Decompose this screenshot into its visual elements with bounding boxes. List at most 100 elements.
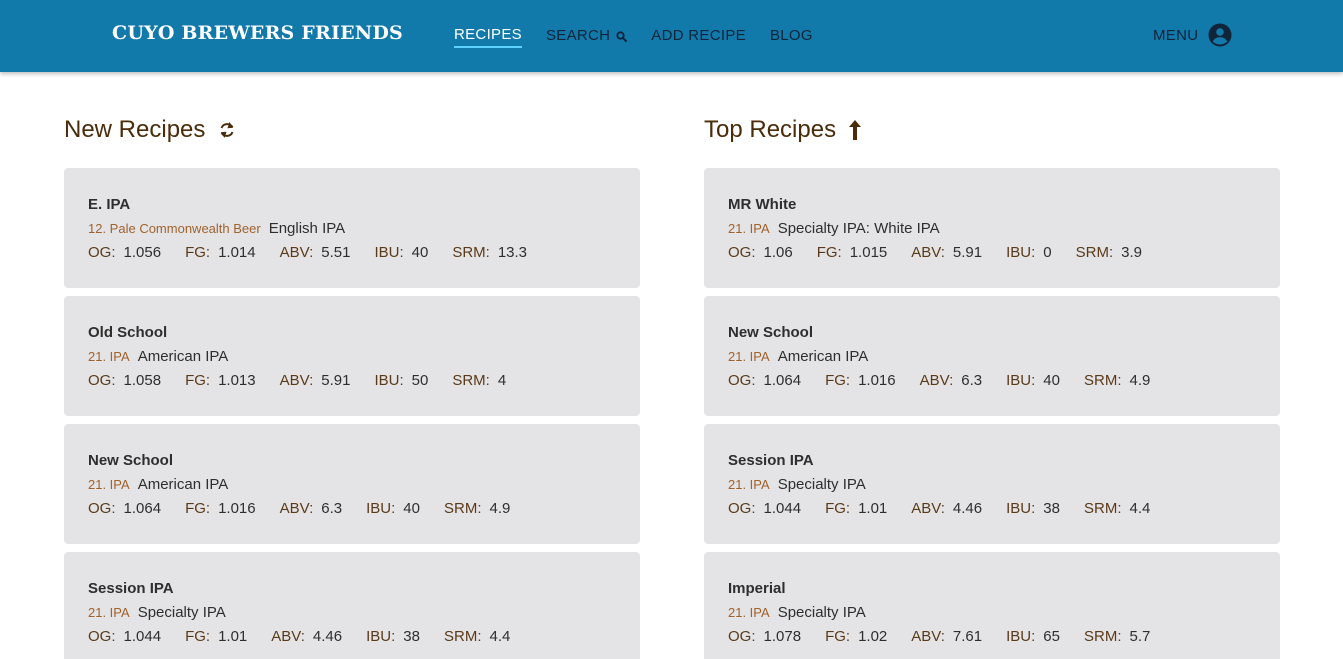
recipe-card[interactable]: Session IPA 21. IPA Specialty IPA OG: 1.0… xyxy=(64,552,640,659)
top-recipes-heading: Top Recipes xyxy=(704,110,1280,150)
recipe-card[interactable]: Old School 21. IPA American IPA OG: 1.058… xyxy=(64,296,640,416)
stat-label: IBU: xyxy=(1006,372,1036,389)
style-code: 21. IPA xyxy=(728,221,770,236)
stat-label: SRM: xyxy=(1083,628,1122,645)
stat-label: IBU: xyxy=(1006,244,1036,261)
stat-label: OG: xyxy=(88,628,116,645)
stat-value: 3.9 xyxy=(1121,244,1142,261)
nav-blog[interactable]: BLOG xyxy=(770,24,813,48)
stat-label: OG: xyxy=(88,244,116,261)
stat-value: 38 xyxy=(1043,500,1060,517)
top-recipes-list: MR White 21. IPA Specialty IPA: White IP… xyxy=(704,168,1280,659)
stat-value: 4.46 xyxy=(312,628,343,645)
stat-abv: ABV: 4.46 xyxy=(911,499,982,519)
stat-value: 13.3 xyxy=(497,244,528,261)
stat-abv: ABV: 5.91 xyxy=(911,243,982,263)
recipe-card[interactable]: New School 21. IPA American IPA OG: 1.064… xyxy=(704,296,1280,416)
nav-search-label: SEARCH xyxy=(545,27,611,44)
stat-fg: FG: 1.02 xyxy=(825,627,887,647)
style-code: 12. Pale Commonwealth Beer xyxy=(88,221,261,236)
stat-value: 1.058 xyxy=(123,372,162,389)
arrow-up-icon[interactable] xyxy=(848,119,862,141)
stat-value: 4.4 xyxy=(1129,500,1151,517)
brand-logo[interactable]: CUYO BREWERS FRIENDS xyxy=(112,22,403,44)
stat-label: ABV: xyxy=(279,244,314,261)
stat-label: IBU: xyxy=(374,372,404,389)
style-name: American IPA xyxy=(137,476,229,493)
stat-label: ABV: xyxy=(911,244,945,261)
stat-abv: ABV: 5.91 xyxy=(280,371,351,391)
recipe-stats: OG: 1.056 FG: 1.014 ABV: 5.51 IBU: 40 SRM: 13… xyxy=(88,243,616,263)
stat-value: 1.064 xyxy=(123,500,162,517)
top-recipes-section: Top Recipes MR White 21. IPA Specialty I… xyxy=(704,110,1280,659)
style-name: English IPA xyxy=(268,220,346,237)
recipe-name: E. IPA xyxy=(88,196,131,213)
stat-value: 4.46 xyxy=(952,500,983,517)
stat-label: FG: xyxy=(816,244,842,261)
recipe-style: 21. IPA Specialty IPA xyxy=(88,603,616,623)
stat-label: ABV: xyxy=(271,628,305,645)
recipe-stats: OG: 1.044 FG: 1.01 ABV: 4.46 IBU: 38 SRM: 4.4 xyxy=(728,499,1256,519)
stat-abv: ABV: 4.46 xyxy=(271,627,342,647)
stat-label: ABV: xyxy=(279,500,314,517)
recipe-stats: OG: 1.058 FG: 1.013 ABV: 5.91 IBU: 50 SRM: 4 xyxy=(88,371,616,391)
recipe-stats: OG: 1.044 FG: 1.01 ABV: 4.46 IBU: 38 SRM: 4.4 xyxy=(88,627,616,647)
recipe-card[interactable]: MR White 21. IPA Specialty IPA: White IP… xyxy=(704,168,1280,288)
stat-value: 1.015 xyxy=(849,244,888,261)
stat-label: OG: xyxy=(728,628,756,645)
recipe-card[interactable]: E. IPA 12. Pale Commonwealth Beer Englis… xyxy=(64,168,640,288)
recipe-stats: OG: 1.064 FG: 1.016 ABV: 6.3 IBU: 40 SRM: 4.9 xyxy=(88,499,616,519)
stat-srm: SRM: 5.7 xyxy=(1084,627,1150,647)
recipe-style: 21. IPA Specialty IPA: White IPA xyxy=(728,219,1256,239)
nav-recipes[interactable]: RECIPES xyxy=(454,24,522,48)
stat-ibu: IBU: 50 xyxy=(374,371,428,391)
nav-search[interactable]: SEARCH xyxy=(545,24,628,48)
stat-srm: SRM: 4.4 xyxy=(444,627,510,647)
stat-value: 7.61 xyxy=(952,628,983,645)
main-nav: RECIPES SEARCH ADD RECIPE BLOG xyxy=(454,0,837,72)
stat-og: OG: 1.056 xyxy=(88,243,161,263)
recipe-card[interactable]: Imperial 21. IPA Specialty IPA OG: 1.078 … xyxy=(704,552,1280,659)
stat-ibu: IBU: 40 xyxy=(374,243,428,263)
stat-label: FG: xyxy=(185,244,211,261)
style-name: Specialty IPA: White IPA xyxy=(777,220,940,237)
recipe-name: Session IPA xyxy=(728,452,814,469)
recipe-card[interactable]: Session IPA 21. IPA Specialty IPA OG: 1.0… xyxy=(704,424,1280,544)
recipe-card[interactable]: New School 21. IPA American IPA OG: 1.064… xyxy=(64,424,640,544)
stat-label: SRM: xyxy=(1083,372,1122,389)
stat-og: OG: 1.058 xyxy=(88,371,161,391)
stat-abv: ABV: 6.3 xyxy=(920,371,983,391)
stat-value: 5.91 xyxy=(952,244,983,261)
stat-ibu: IBU: 38 xyxy=(1006,499,1060,519)
stat-ibu: IBU: 65 xyxy=(1006,627,1060,647)
stat-og: OG: 1.044 xyxy=(88,627,161,647)
recipe-name: Imperial xyxy=(728,580,786,597)
stat-srm: SRM: 4.4 xyxy=(1084,499,1150,519)
stat-value: 0 xyxy=(1043,244,1052,261)
style-name: Specialty IPA xyxy=(777,476,866,493)
stat-value: 1.02 xyxy=(858,628,888,645)
stat-value: 65 xyxy=(1043,628,1060,645)
stat-value: 1.06 xyxy=(763,244,793,261)
recipe-stats: OG: 1.078 FG: 1.02 ABV: 7.61 IBU: 65 SRM: 5.7 xyxy=(728,627,1256,647)
stat-ibu: IBU: 0 xyxy=(1006,243,1052,263)
stat-label: SRM: xyxy=(1075,244,1114,261)
style-code: 21. IPA xyxy=(88,349,130,364)
refresh-icon[interactable] xyxy=(217,120,237,140)
stat-fg: FG: 1.01 xyxy=(825,499,887,519)
stat-label: SRM: xyxy=(1083,500,1122,517)
stat-value: 40 xyxy=(403,500,420,517)
stat-value: 1.064 xyxy=(763,372,802,389)
new-recipes-title: New Recipes xyxy=(64,116,206,143)
stat-label: FG: xyxy=(185,500,211,517)
nav-add-recipe[interactable]: ADD RECIPE xyxy=(651,24,746,48)
stat-ibu: IBU: 40 xyxy=(366,499,420,519)
menu-button[interactable]: MENU xyxy=(1153,21,1232,49)
recipe-style: 21. IPA American IPA xyxy=(88,475,616,495)
recipe-style: 21. IPA Specialty IPA xyxy=(728,475,1256,495)
stat-abv: ABV: 5.51 xyxy=(280,243,351,263)
style-code: 21. IPA xyxy=(728,349,770,364)
stat-value: 5.7 xyxy=(1129,628,1151,645)
stat-fg: FG: 1.01 xyxy=(185,627,247,647)
stat-fg: FG: 1.016 xyxy=(185,499,256,519)
